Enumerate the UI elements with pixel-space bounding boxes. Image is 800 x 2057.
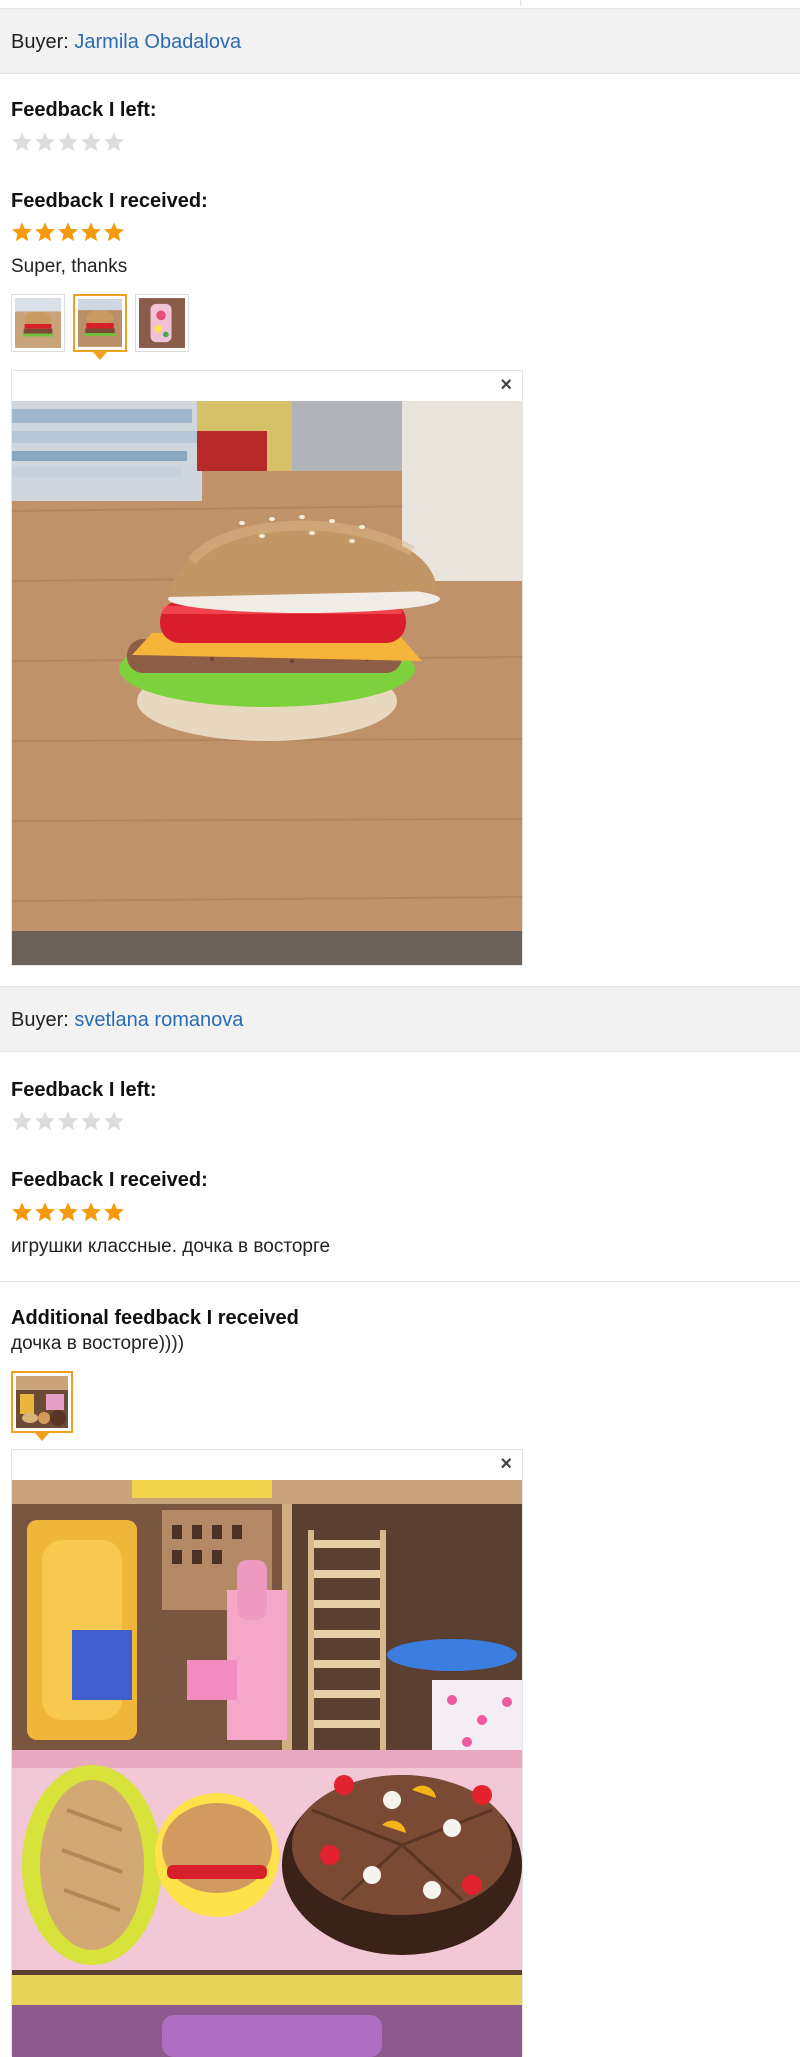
star-filled-icon — [104, 1202, 124, 1222]
star-empty-icon — [12, 1111, 32, 1131]
star-filled-icon — [58, 1202, 78, 1222]
star-filled-icon — [81, 1202, 101, 1222]
burger-thumb-image — [78, 299, 122, 347]
photo-thumbnail-active[interactable] — [11, 1371, 73, 1441]
star-empty-icon — [12, 132, 32, 152]
previous-review-edge — [0, 0, 800, 8]
close-icon[interactable]: × — [500, 375, 512, 395]
photo-thumbnail-active[interactable] — [73, 294, 127, 360]
feedback-left-stars — [11, 131, 125, 153]
feedback-text: Super, thanks — [11, 256, 128, 277]
photo-viewer: × — [11, 1449, 523, 2057]
star-empty-icon — [35, 1111, 55, 1131]
star-empty-icon — [81, 132, 101, 152]
star-empty-icon — [104, 132, 124, 152]
previous-review-border — [0, 0, 521, 6]
star-empty-icon — [58, 1111, 78, 1131]
star-filled-icon — [12, 222, 32, 242]
photo-thumbnail[interactable] — [11, 294, 65, 352]
feedback-left-stars — [11, 1110, 125, 1132]
star-filled-icon — [12, 1202, 32, 1222]
photo-viewer-toolbar: × — [12, 371, 522, 401]
buyer-name-link[interactable]: Jarmila Obadalova — [74, 31, 241, 53]
star-filled-icon — [81, 222, 101, 242]
buyer-bar: Buyer: Jarmila Obadalova — [0, 8, 800, 74]
burger-thumb-image — [15, 298, 61, 348]
star-filled-icon — [35, 1202, 55, 1222]
feedback-received-stars — [11, 1201, 125, 1223]
buyer-name-link[interactable]: svetlana romanova — [74, 1009, 243, 1031]
buyer-label: Buyer: — [11, 1009, 69, 1031]
photo-viewer: × — [11, 370, 523, 966]
star-filled-icon — [104, 222, 124, 242]
feedback-received-label: Feedback I received: — [11, 190, 208, 212]
buyer-bar: Buyer: svetlana romanova — [0, 986, 800, 1052]
feedback-received-label: Feedback I received: — [11, 1169, 208, 1191]
feedback-left-label: Feedback I left: — [11, 99, 157, 121]
photo-thumbnail[interactable] — [135, 294, 189, 352]
photo-viewer-toolbar: × — [12, 1450, 522, 1480]
star-empty-icon — [104, 1111, 124, 1131]
photo-thumbnails — [11, 1371, 73, 1441]
star-filled-icon — [35, 222, 55, 242]
feedback-received-stars — [11, 221, 125, 243]
star-empty-icon — [58, 132, 78, 152]
additional-feedback-label: Additional feedback I received — [11, 1307, 299, 1329]
toys-thumb-image — [16, 1376, 68, 1428]
burger-photo — [12, 401, 522, 965]
section-divider — [0, 1281, 800, 1282]
photo-thumbnails — [11, 294, 189, 360]
star-empty-icon — [35, 132, 55, 152]
feedback-text: игрушки классные. дочка в восторге — [11, 1236, 331, 1257]
close-icon[interactable]: × — [500, 1454, 512, 1474]
buyer-label: Buyer: — [11, 31, 69, 53]
feedback-left-label: Feedback I left: — [11, 1079, 157, 1101]
toys-photo — [12, 1480, 522, 2057]
star-filled-icon — [58, 222, 78, 242]
star-empty-icon — [81, 1111, 101, 1131]
toy-thumb-image — [139, 298, 185, 348]
additional-feedback-text: дочка в восторге)))) — [11, 1333, 185, 1354]
